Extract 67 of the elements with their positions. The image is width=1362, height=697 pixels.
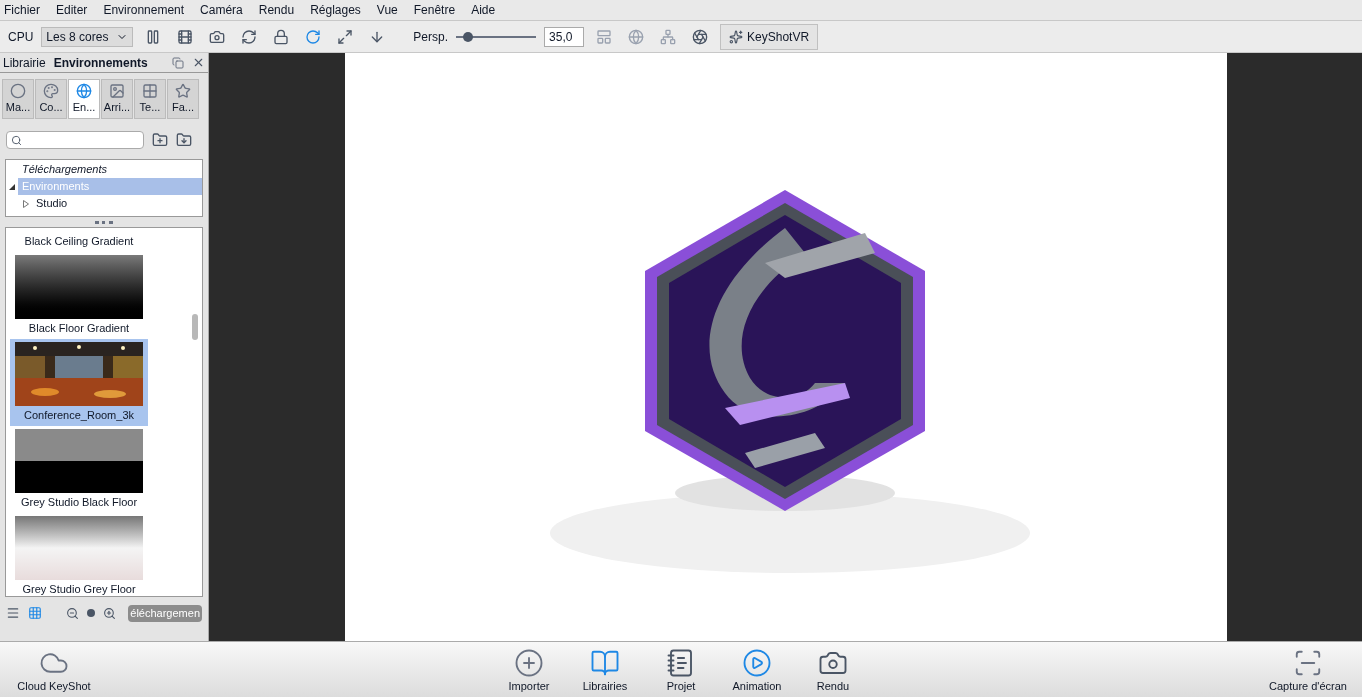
collapsed-arrow-icon[interactable] xyxy=(23,199,29,208)
item-label: Grey Studio Grey Floor xyxy=(22,582,136,596)
star-icon xyxy=(175,82,191,99)
checker-icon xyxy=(142,82,158,99)
environment-item[interactable]: Black Ceiling Gradient xyxy=(10,232,148,252)
fov-slider[interactable] xyxy=(456,31,537,42)
expanded-arrow-icon[interactable] xyxy=(9,183,15,190)
menu-item[interactable]: Fenêtre xyxy=(413,1,456,19)
folder-down-icon[interactable] xyxy=(176,132,192,148)
item-label: Black Ceiling Gradient xyxy=(24,234,134,249)
grid-view-icon[interactable] xyxy=(28,606,42,621)
import-icon xyxy=(514,648,544,678)
item-label: Conference_Room_3k xyxy=(23,408,135,423)
image-icon xyxy=(109,82,125,99)
panel-title: Librairie xyxy=(3,54,46,72)
dock-button[interactable]: Librairies xyxy=(567,642,643,693)
fov-field[interactable]: 35,0 xyxy=(544,26,585,47)
menu-item[interactable]: Vue xyxy=(376,1,398,19)
splitter-handle[interactable] xyxy=(95,220,113,224)
dock-button[interactable]: Animation xyxy=(719,642,795,693)
library-tab[interactable]: Co... xyxy=(35,79,67,119)
scrollbar-thumb[interactable] xyxy=(192,314,198,340)
play-icon xyxy=(742,648,772,678)
environment-item[interactable]: Grey Studio Black Floor xyxy=(10,426,148,513)
environment-item[interactable]: Black Floor Gradient xyxy=(10,252,148,339)
float-icon[interactable] xyxy=(172,56,184,69)
list-view-icon[interactable] xyxy=(6,606,20,621)
persp-label: Persp. xyxy=(413,28,449,46)
environment-item[interactable]: Grey Studio Grey Floor xyxy=(10,513,148,596)
book-icon xyxy=(590,648,620,678)
dock-button[interactable]: Importer xyxy=(491,642,567,693)
globe-icon xyxy=(76,82,92,99)
environment-item[interactable]: Conference_Room_3k xyxy=(10,339,148,426)
library-tab[interactable]: En... xyxy=(68,79,100,119)
tree-item[interactable]: Téléchargements xyxy=(18,161,202,178)
screenshot-icon xyxy=(1293,648,1323,678)
menu-item[interactable]: Fichier xyxy=(4,1,40,19)
panel-section: Environnements xyxy=(53,53,148,72)
sparkle-icon xyxy=(729,29,744,44)
keyshotvr-button[interactable]: KeyShotVR xyxy=(720,23,819,50)
cpu-label: CPU xyxy=(8,28,34,46)
menu-item[interactable]: Environnement xyxy=(103,1,185,19)
library-tab[interactable]: Arri... xyxy=(101,79,133,119)
menu-item[interactable]: Aide xyxy=(471,1,496,19)
menu-item[interactable]: Caméra xyxy=(200,1,243,19)
search-field[interactable] xyxy=(6,131,144,149)
folder-plus-icon[interactable] xyxy=(152,132,168,148)
tree-item[interactable]: Studio xyxy=(32,195,202,212)
item-label: Grey Studio Black Floor xyxy=(20,495,138,510)
search-icon xyxy=(11,134,22,146)
dock-button[interactable]: Rendu xyxy=(795,642,871,693)
item-label: Black Floor Gradient xyxy=(28,321,130,336)
menu-item[interactable]: Réglages xyxy=(310,1,361,19)
library-tab[interactable]: Te... xyxy=(134,79,166,119)
zoom-in-icon[interactable] xyxy=(103,606,116,620)
swatches-icon xyxy=(43,82,59,99)
dock-button[interactable]: Projet xyxy=(643,642,719,693)
dock-button[interactable]: Cloud KeyShot xyxy=(16,642,92,693)
zoom-out-icon[interactable] xyxy=(66,606,79,620)
dock-button[interactable]: Capture d'écran xyxy=(1270,642,1346,693)
library-tab[interactable]: Ma... xyxy=(2,79,34,119)
menu-item[interactable]: Rendu xyxy=(258,1,295,19)
close-icon[interactable] xyxy=(192,56,205,69)
library-tab[interactable]: Fa... xyxy=(167,79,199,119)
ball-icon xyxy=(10,82,26,99)
cores-dropdown[interactable]: Les 8 cores xyxy=(41,26,134,47)
menu-item[interactable]: Editer xyxy=(56,1,88,19)
